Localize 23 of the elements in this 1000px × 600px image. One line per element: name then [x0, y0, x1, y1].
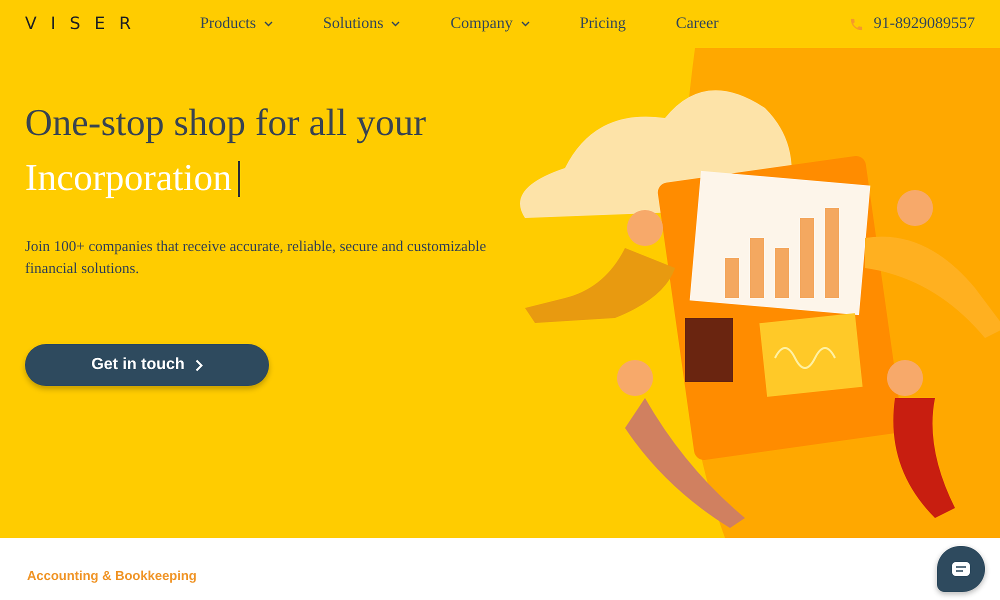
phone-number[interactable]: 91-8929089557 [874, 15, 975, 33]
phone-icon [848, 16, 864, 32]
chat-icon [951, 561, 971, 577]
document-card [685, 318, 733, 382]
nav-link[interactable]: Career [676, 15, 719, 33]
nav-link[interactable]: Pricing [580, 15, 626, 33]
chevron-down-icon [391, 21, 400, 27]
chart-bar [725, 258, 739, 298]
nav-link[interactable]: Company [450, 15, 530, 33]
chevron-down-icon [520, 21, 530, 27]
chart-bar [775, 248, 789, 298]
hero-title-highlight: Incorporation [25, 156, 232, 201]
text-cursor [238, 160, 240, 196]
chevron-right-icon [194, 358, 203, 372]
chevron-down-icon [264, 21, 273, 27]
chart-bar [750, 238, 764, 298]
nav-link[interactable]: Products [200, 15, 273, 33]
hero-subtitle: Join 100+ companies that receive accurate, reliable, secure and customizable financial solutions. [25, 238, 488, 279]
hero-title: One-stop shop for all your [25, 101, 428, 146]
section-label: Accounting & Bookkeeping [27, 568, 197, 583]
nav-link[interactable]: Solutions [323, 15, 400, 33]
get-in-touch-button[interactable]: Get in touch [25, 344, 269, 386]
logo[interactable]: VISER [25, 14, 175, 34]
